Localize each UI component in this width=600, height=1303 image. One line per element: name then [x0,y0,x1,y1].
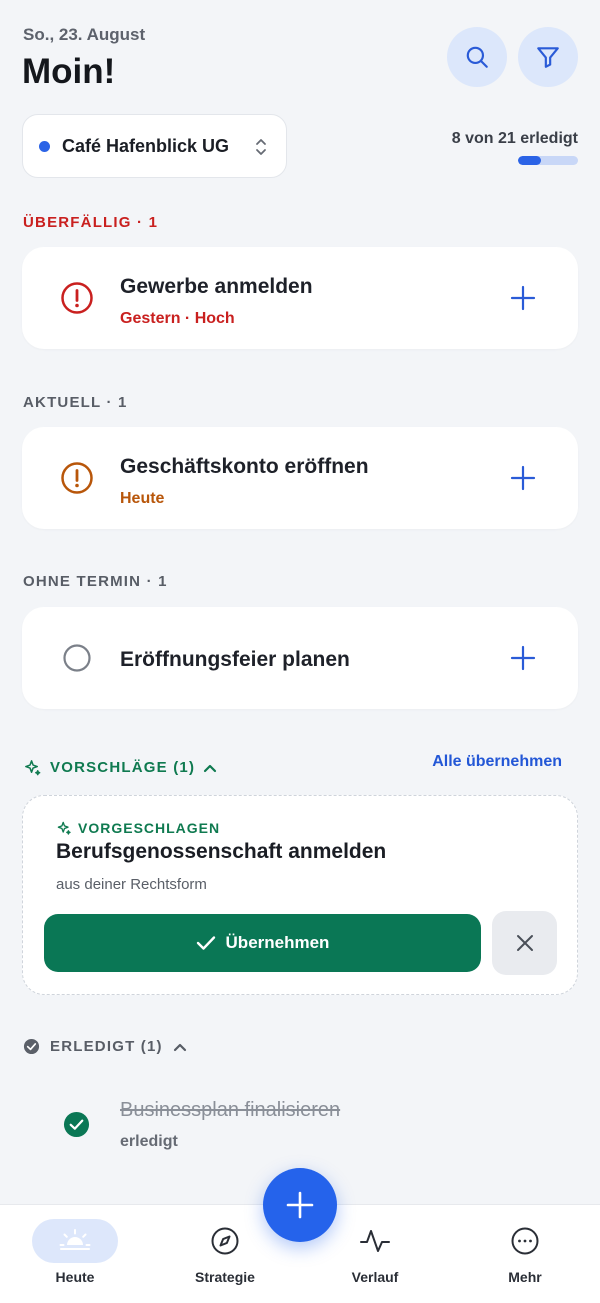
close-icon [516,935,533,951]
done-task-status: erledigt [120,1133,178,1150]
section-overdue-label: ÜBERFÄLLIG · 1 [23,214,159,231]
tab-label: Verlauf [351,1269,399,1285]
add-icon[interactable] [510,645,536,671]
check-circle-icon[interactable] [63,1111,90,1138]
alert-circle-icon [61,462,93,494]
tab-label: Strategie [195,1269,255,1285]
add-icon[interactable] [510,465,536,491]
compass-icon [211,1227,239,1255]
suggestions-label: VORSCHLÄGE (1) [50,759,196,776]
done-task-title: Businessplan finalisieren [120,1099,341,1121]
suggestion-title: Berufsgenossenschaft anmelden [56,840,387,863]
done-label: ERLEDIGT (1) [50,1038,163,1055]
company-selector[interactable]: Café Hafenblick UG [22,114,287,178]
circle-icon[interactable] [62,643,92,673]
check-icon [196,936,215,950]
suggestion-tag: VORGESCHLAGEN [56,820,220,836]
activity-icon [360,1230,390,1252]
section-no-date-label: OHNE TERMIN · 1 [23,573,168,590]
tab-icon-wrap [332,1219,418,1263]
search-button[interactable] [447,27,507,87]
task-title: Gewerbe anmelden [120,275,313,298]
add-icon[interactable] [510,285,536,311]
task-card-current[interactable]: Geschäftskonto eröffnen Heute [22,427,578,529]
task-title: Eröffnungsfeier planen [120,648,350,671]
tab-mehr[interactable]: Mehr [450,1205,600,1303]
chevron-up-down-icon [256,139,266,155]
search-icon [466,46,488,68]
suggestions-toggle[interactable]: VORSCHLÄGE (1) [23,758,217,777]
filter-button[interactable] [518,27,578,87]
task-due: Gestern · Hoch [120,310,235,327]
dismiss-button[interactable] [492,911,557,975]
sunrise-icon [59,1229,91,1250]
filter-icon [537,47,559,68]
section-current-label: AKTUELL · 1 [23,394,128,411]
accept-button-label: Übernehmen [225,933,330,952]
tab-label: Heute [55,1269,95,1285]
chevron-up-icon [204,764,217,772]
tab-label: Mehr [508,1269,542,1285]
tab-icon-wrap [32,1219,118,1263]
sparkle-icon [57,821,71,835]
alert-circle-icon [61,282,93,314]
check-circle-icon [23,1038,40,1055]
date-label: So., 23. August [23,25,146,44]
progress-label: 8 von 21 erledigt [451,130,578,147]
tab-icon-wrap [182,1219,268,1263]
task-due: Heute [120,490,165,507]
add-task-fab[interactable] [263,1168,337,1242]
accept-all-link[interactable]: Alle übernehmen [432,753,562,771]
page-title: Moin! [22,52,116,91]
progress-fill [518,156,541,165]
task-title: Geschäftskonto eröffnen [120,455,369,478]
progress-bar [518,156,578,165]
plus-icon [286,1191,314,1219]
task-card-no-date[interactable]: Eröffnungsfeier planen [22,607,578,709]
company-dot [39,140,50,152]
suggestion-card: VORGESCHLAGEN Berufsgenossenschaft anmel… [22,795,578,995]
sparkle-icon [25,760,41,776]
more-icon [511,1227,539,1255]
suggestion-tag-label: VORGESCHLAGEN [78,820,221,836]
done-toggle[interactable]: ERLEDIGT (1) [23,1038,187,1055]
task-card-overdue[interactable]: Gewerbe anmelden Gestern · Hoch [22,247,578,349]
tab-icon-wrap [482,1219,568,1263]
suggestion-source: aus deiner Rechtsform [56,876,207,893]
chevron-up-icon [173,1043,186,1051]
tab-heute[interactable]: Heute [0,1205,150,1303]
accept-button[interactable]: Übernehmen [44,914,481,972]
company-name: Café Hafenblick UG [62,135,230,156]
